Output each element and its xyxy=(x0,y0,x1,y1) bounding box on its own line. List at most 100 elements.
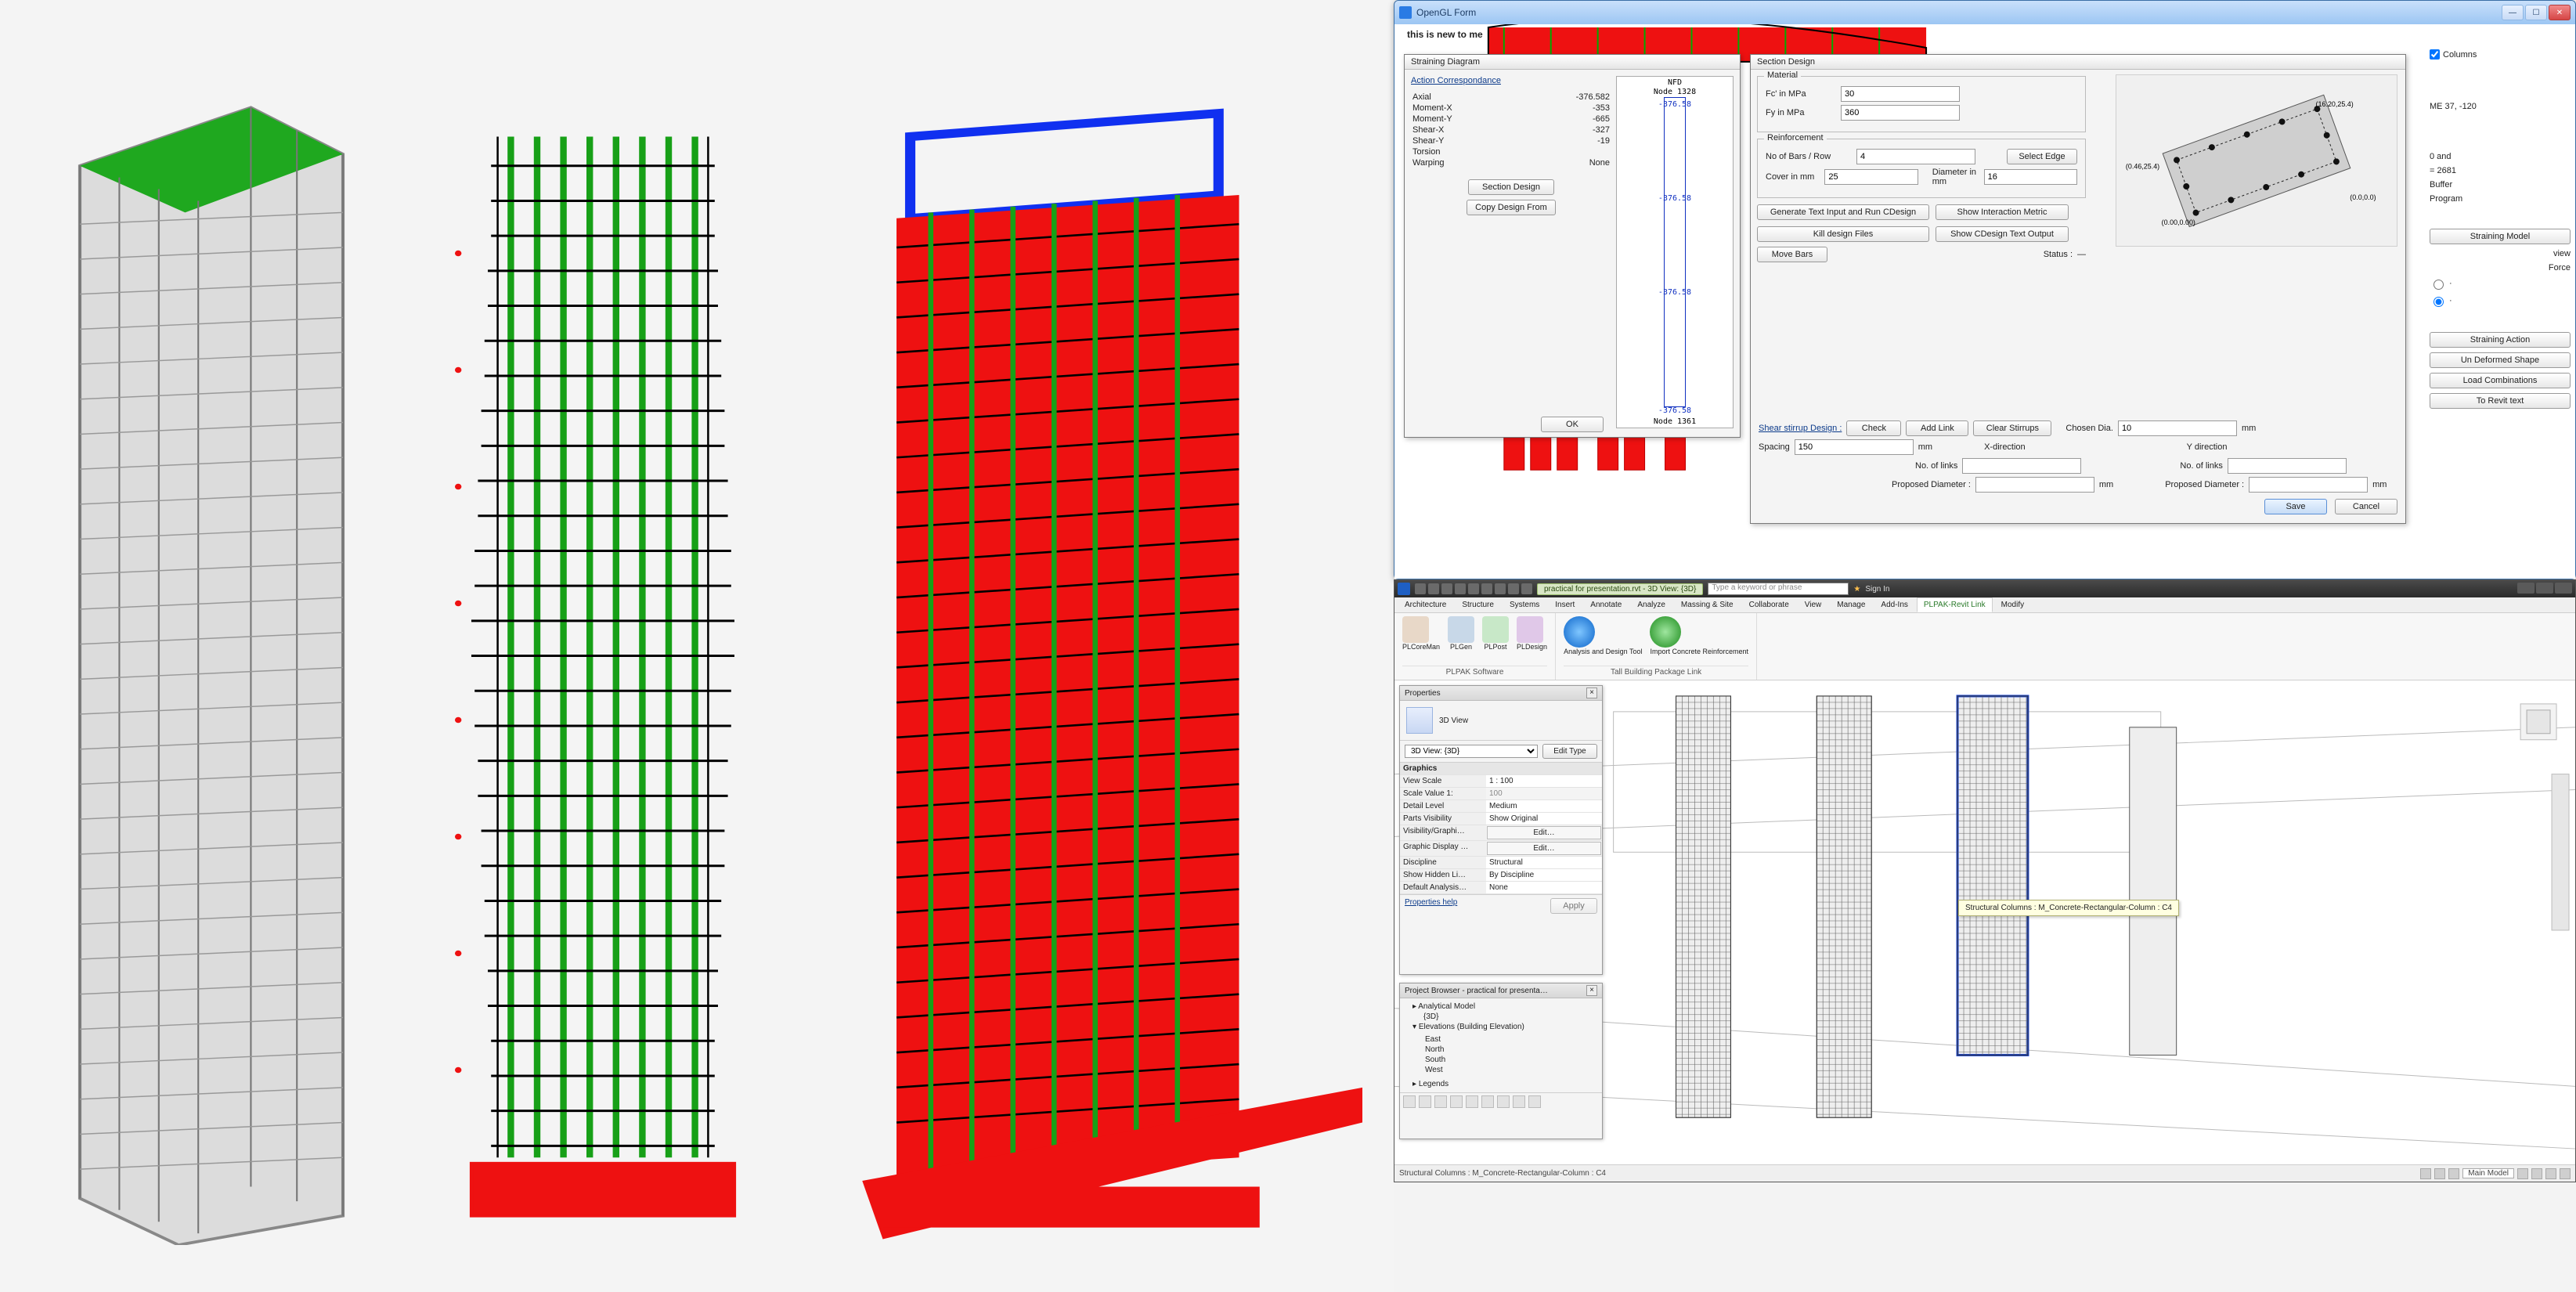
section-design-title[interactable]: Section Design xyxy=(1751,55,2405,70)
prop-value[interactable]: 1 : 100 xyxy=(1486,775,1602,787)
to-revit-button[interactable]: To Revit text xyxy=(2430,393,2571,409)
ribbon-tab[interactable]: Structure xyxy=(1455,597,1501,612)
analysis-tool-icon[interactable] xyxy=(1564,616,1595,648)
help-search[interactable]: Type a keyword or phrase xyxy=(1708,583,1849,595)
edit-type-button[interactable]: Edit Type xyxy=(1542,744,1597,759)
ac-val: None xyxy=(1518,157,1611,168)
nolinks-x-input[interactable] xyxy=(1962,458,2081,474)
propdia-y-input[interactable] xyxy=(2249,477,2368,493)
fc-input[interactable] xyxy=(1841,86,1960,102)
bars-row-input[interactable] xyxy=(1856,149,1975,164)
ribbon-tab[interactable]: Massing & Site xyxy=(1674,597,1741,612)
prop-value[interactable]: Medium xyxy=(1486,800,1602,812)
fy-input[interactable] xyxy=(1841,105,1960,121)
select-edge-button[interactable]: Select Edge xyxy=(2007,149,2077,164)
max-button[interactable]: ☐ xyxy=(2525,5,2547,20)
project-tree[interactable]: ▸ Analytical Model {3D} ▾ Elevations (Bu… xyxy=(1400,1001,1602,1089)
workset-main-model[interactable]: Main Model xyxy=(2462,1168,2514,1178)
straining-action-button[interactable]: Straining Action xyxy=(2430,332,2571,348)
prop-edit-button[interactable]: Edit… xyxy=(1487,842,1601,855)
properties-title[interactable]: Properties× xyxy=(1400,686,1602,701)
columns-checkbox[interactable]: Columns xyxy=(2430,49,2571,60)
plcoreman-icon[interactable] xyxy=(1402,616,1429,643)
straining-model-button[interactable]: Straining Model xyxy=(2430,229,2571,244)
import-reinforcement-icon[interactable] xyxy=(1650,616,1681,648)
close-icon[interactable]: × xyxy=(1586,985,1597,996)
prop-value[interactable]: Structural xyxy=(1486,857,1602,868)
status-selection: Structural Columns : M_Concrete-Rectangu… xyxy=(1399,1169,1606,1178)
check-button[interactable]: Check xyxy=(1846,420,1901,436)
ribbon-tab[interactable]: Systems xyxy=(1503,597,1546,612)
cancel-button[interactable]: Cancel xyxy=(2335,499,2397,514)
chosen-dia-input[interactable] xyxy=(2118,420,2237,436)
xdir-label: X-direction xyxy=(1984,442,2026,452)
ok-button[interactable]: OK xyxy=(1541,417,1604,432)
min-button[interactable]: — xyxy=(2502,5,2524,20)
ac-val: -353 xyxy=(1518,103,1611,114)
spacing-input[interactable] xyxy=(1795,439,1914,455)
radio-option-2[interactable]: · xyxy=(2430,294,2571,307)
ribbon-tab[interactable]: Annotate xyxy=(1583,597,1629,612)
prop-edit-button[interactable]: Edit… xyxy=(1487,826,1601,839)
status-icons[interactable]: Main Model xyxy=(2420,1168,2571,1179)
prop-value[interactable]: None xyxy=(1486,882,1602,893)
view-control-bar[interactable] xyxy=(1400,1092,1602,1110)
tree-item[interactable]: South xyxy=(1425,1055,1602,1065)
apply-button[interactable]: Apply xyxy=(1550,898,1597,914)
generate-run-button[interactable]: Generate Text Input and Run CDesign xyxy=(1757,204,1929,220)
type-name: 3D View xyxy=(1439,716,1468,725)
section-design-button[interactable]: Section Design xyxy=(1468,179,1554,195)
prop-key: Discipline xyxy=(1400,857,1486,868)
kill-files-button[interactable]: Kill design Files xyxy=(1757,226,1929,242)
ribbon-tab[interactable]: Architecture xyxy=(1398,597,1453,612)
plgen-icon[interactable] xyxy=(1448,616,1474,643)
radio-option-1[interactable]: · xyxy=(2430,277,2571,290)
nolinks-y-input[interactable] xyxy=(2228,458,2347,474)
revit-window-buttons[interactable] xyxy=(2516,583,2572,596)
ribbon-tab[interactable]: PLPAK-Revit Link xyxy=(1917,597,1993,612)
straining-title[interactable]: Straining Diagram xyxy=(1405,55,1740,70)
save-button[interactable]: Save xyxy=(2264,499,2327,514)
text-2681: = 2681 xyxy=(2430,166,2571,175)
revit-3d-view[interactable]: Properties× 3D View 3D View: {3D} Edit T… xyxy=(1394,680,2575,1164)
prop-value[interactable]: 100 xyxy=(1486,788,1602,799)
ribbon-tab[interactable]: Analyze xyxy=(1630,597,1672,612)
sign-in[interactable]: Sign In xyxy=(1865,585,1889,594)
clear-stirrups-button[interactable]: Clear Stirrups xyxy=(1973,420,2051,436)
prop-value[interactable]: By Discipline xyxy=(1486,869,1602,881)
quick-access-toolbar[interactable] xyxy=(1415,583,1532,594)
copy-design-from-button[interactable]: Copy Design From xyxy=(1467,200,1556,215)
add-link-button[interactable]: Add Link xyxy=(1906,420,1968,436)
ribbon-tab[interactable]: Collaborate xyxy=(1742,597,1796,612)
show-output-button[interactable]: Show CDesign Text Output xyxy=(1936,226,2069,242)
properties-palette: Properties× 3D View 3D View: {3D} Edit T… xyxy=(1399,685,1603,975)
move-bars-button[interactable]: Move Bars xyxy=(1757,247,1827,262)
project-browser-title[interactable]: Project Browser - practical for presenta… xyxy=(1400,983,1602,998)
pldesign-icon[interactable] xyxy=(1517,616,1543,643)
revit-titlebar[interactable]: practical for presentation.rvt - 3D View… xyxy=(1394,580,2575,597)
propdia-x-input[interactable] xyxy=(1975,477,2094,493)
plpost-icon[interactable] xyxy=(1482,616,1509,643)
diameter-input[interactable] xyxy=(1984,169,2077,185)
close-button[interactable]: ✕ xyxy=(2549,5,2571,20)
view-selector[interactable]: 3D View: {3D} xyxy=(1405,745,1538,758)
cover-input[interactable] xyxy=(1824,169,1918,185)
tree-item[interactable]: North xyxy=(1425,1045,1602,1055)
undeformed-button[interactable]: Un Deformed Shape xyxy=(2430,352,2571,368)
ribbon-tab[interactable]: Insert xyxy=(1548,597,1582,612)
ribbon-tabs[interactable]: ArchitectureStructureSystemsInsertAnnota… xyxy=(1394,597,2575,613)
prop-value[interactable]: Show Original xyxy=(1486,813,1602,825)
opengl-titlebar[interactable]: OpenGL Form — ☐ ✕ xyxy=(1394,1,2575,24)
close-icon[interactable]: × xyxy=(1586,688,1597,698)
load-combinations-button[interactable]: Load Combinations xyxy=(2430,373,2571,388)
ribbon-tab[interactable]: Modify xyxy=(1994,597,2031,612)
nfd-diagram: NFD Node 1328 -376.58 -376.58 -376.58 -3… xyxy=(1616,76,1734,428)
tree-item[interactable]: West xyxy=(1425,1065,1602,1075)
show-interaction-button[interactable]: Show Interaction Metric xyxy=(1936,204,2069,220)
element-tooltip: Structural Columns : M_Concrete-Rectangu… xyxy=(1958,900,2179,916)
ribbon-tab[interactable]: Add-Ins xyxy=(1874,597,1914,612)
ribbon-tab[interactable]: View xyxy=(1798,597,1829,612)
properties-help-link[interactable]: Properties help xyxy=(1405,898,1457,914)
ribbon-tab[interactable]: Manage xyxy=(1830,597,1872,612)
tree-item[interactable]: East xyxy=(1425,1034,1602,1045)
